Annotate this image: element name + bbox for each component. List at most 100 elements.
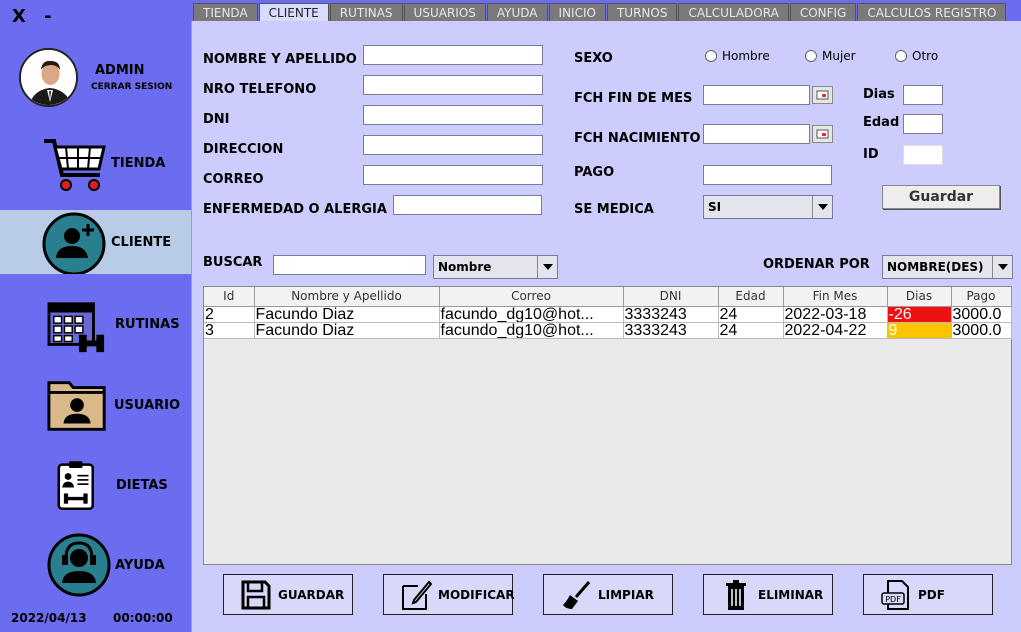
fch-nac-input[interactable] bbox=[703, 124, 810, 144]
enfermedad-input[interactable] bbox=[393, 195, 542, 215]
correo-label: CORREO bbox=[203, 172, 264, 187]
window-controls: X - bbox=[12, 6, 64, 27]
sidebar-item-ayuda[interactable]: AYUDA bbox=[0, 533, 191, 597]
support-headset-icon bbox=[47, 533, 111, 597]
search-filter-select[interactable]: Nombre bbox=[433, 255, 558, 279]
se-medica-label: SE MEDICA bbox=[574, 202, 654, 217]
id-input[interactable] bbox=[903, 145, 943, 165]
tab-config[interactable]: CONFIG bbox=[789, 3, 857, 21]
table-row[interactable]: 2 Facundo Diaz facundo_dg10@hot... 33332… bbox=[204, 306, 1012, 323]
table-row[interactable]: 3 Facundo Diaz facundo_dg10@hot... 33332… bbox=[204, 322, 1012, 339]
edit-pencil-icon bbox=[402, 580, 432, 610]
dias-input[interactable] bbox=[903, 85, 943, 105]
sidebar-item-label: TIENDA bbox=[111, 156, 166, 171]
col-header-edad[interactable]: Edad bbox=[718, 287, 784, 307]
col-header-dias[interactable]: Dias bbox=[887, 287, 952, 307]
direccion-label: DIRECCION bbox=[203, 142, 284, 157]
radio-hombre-label: Hombre bbox=[722, 49, 770, 63]
correo-input[interactable] bbox=[363, 165, 543, 185]
tab-inicio[interactable]: INICIO bbox=[548, 3, 606, 21]
trash-icon bbox=[726, 580, 746, 610]
sidebar-item-rutinas[interactable]: RUTINAS bbox=[0, 294, 191, 358]
calendar-icon[interactable] bbox=[812, 125, 833, 143]
tab-turnos[interactable]: TURNOS bbox=[606, 3, 678, 21]
id-label: ID bbox=[863, 147, 879, 162]
col-header-id[interactable]: Id bbox=[204, 287, 255, 307]
chevron-down-icon bbox=[812, 196, 832, 218]
sexo-label: SEXO bbox=[574, 51, 613, 66]
direccion-input[interactable] bbox=[363, 135, 543, 155]
pago-input[interactable] bbox=[703, 165, 832, 185]
se-medica-select[interactable]: SI bbox=[703, 195, 833, 219]
cell-correo: facundo_dg10@hot... bbox=[439, 306, 624, 323]
order-select[interactable]: NOMBRE(DES) bbox=[882, 255, 1013, 279]
enfermedad-label: ENFERMEDAD O ALERGIA bbox=[203, 202, 387, 217]
sidebar-item-label: AYUDA bbox=[115, 558, 165, 573]
dni-input[interactable] bbox=[363, 105, 543, 125]
limpiar-button[interactable]: LIMPIAR bbox=[543, 574, 673, 615]
tab-usuarios[interactable]: USUARIOS bbox=[403, 3, 486, 21]
col-header-nombre[interactable]: Nombre y Apellido bbox=[254, 287, 440, 307]
col-header-pago[interactable]: Pago bbox=[951, 287, 1012, 307]
pdf-button[interactable]: PDF PDF bbox=[863, 574, 993, 615]
edad-label: Edad bbox=[863, 115, 900, 130]
cell-edad: 24 bbox=[718, 306, 784, 323]
sidebar-item-usuario[interactable]: USUARIO bbox=[0, 374, 191, 438]
calendar-icon[interactable] bbox=[812, 86, 833, 104]
nombre-label: NOMBRE Y APELLIDO bbox=[203, 52, 357, 67]
tab-calculadora[interactable]: CALCULADORA bbox=[678, 3, 789, 21]
cell-dni: 3333243 bbox=[623, 306, 719, 323]
col-header-fin-mes[interactable]: Fin Mes bbox=[783, 287, 888, 307]
user-folder-icon bbox=[47, 381, 106, 431]
telefono-input[interactable] bbox=[363, 75, 543, 95]
tab-ayuda[interactable]: AYUDA bbox=[486, 3, 548, 21]
dias-label: Dias bbox=[863, 87, 895, 102]
tab-tienda[interactable]: TIENDA bbox=[193, 3, 258, 21]
minimize-icon[interactable]: - bbox=[44, 6, 51, 27]
broom-icon bbox=[563, 581, 591, 609]
telefono-label: NRO TELEFONO bbox=[203, 82, 317, 97]
cell-dias: -26 bbox=[887, 306, 952, 323]
fch-fin-input[interactable] bbox=[703, 85, 810, 105]
sidebar-item-cliente[interactable]: CLIENTE bbox=[0, 210, 191, 274]
col-header-dni[interactable]: DNI bbox=[623, 287, 719, 307]
tab-cliente[interactable]: CLIENTE bbox=[258, 3, 329, 21]
tab-calculos-registro[interactable]: CALCULOS REGISTRO bbox=[857, 3, 1007, 21]
chevron-down-icon bbox=[992, 256, 1012, 278]
guardar-button[interactable]: GUARDAR bbox=[223, 574, 353, 615]
eliminar-button[interactable]: ELIMINAR bbox=[703, 574, 833, 615]
close-icon[interactable]: X bbox=[12, 6, 26, 27]
table-header-row: Id Nombre y Apellido Correo DNI Edad Fin… bbox=[204, 287, 1012, 307]
search-filter-value: Nombre bbox=[438, 260, 492, 274]
edad-input[interactable] bbox=[903, 114, 943, 134]
col-header-correo[interactable]: Correo bbox=[439, 287, 624, 307]
current-time: 00:00:00 bbox=[113, 611, 173, 625]
sidebar-item-dietas[interactable]: DIETAS bbox=[0, 453, 191, 517]
sidebar-item-tienda[interactable]: TIENDA bbox=[0, 133, 191, 197]
order-value: NOMBRE(DES) bbox=[887, 260, 984, 274]
clients-table[interactable]: Id Nombre y Apellido Correo DNI Edad Fin… bbox=[203, 286, 1012, 565]
guardar-button-label: GUARDAR bbox=[278, 588, 345, 602]
buscar-label: BUSCAR bbox=[203, 255, 263, 270]
radio-otro[interactable]: Otro bbox=[895, 49, 938, 63]
radio-mujer[interactable]: Mujer bbox=[805, 49, 856, 63]
tab-rutinas[interactable]: RUTINAS bbox=[329, 3, 403, 21]
logout-link[interactable]: CERRAR SESION bbox=[91, 82, 172, 92]
avatar bbox=[19, 48, 78, 107]
cell-fin-mes: 2022-04-22 bbox=[783, 322, 888, 339]
se-medica-value: SI bbox=[708, 200, 722, 214]
modificar-button[interactable]: MODIFICAR bbox=[383, 574, 515, 615]
sidebar-item-label: RUTINAS bbox=[115, 317, 180, 332]
fch-nac-label: FCH NACIMIENTO bbox=[574, 131, 701, 146]
nombre-input[interactable] bbox=[363, 45, 543, 65]
cell-id: 3 bbox=[204, 322, 255, 339]
radio-hombre[interactable]: Hombre bbox=[705, 49, 770, 63]
cell-pago: 3000.0 bbox=[951, 322, 1012, 339]
add-user-icon bbox=[42, 212, 106, 274]
search-input[interactable] bbox=[273, 255, 426, 275]
guardar-form-button[interactable]: Guardar bbox=[882, 185, 1000, 209]
cell-dias: 9 bbox=[887, 322, 952, 339]
modificar-button-label: MODIFICAR bbox=[438, 588, 515, 602]
cell-pago: 3000.0 bbox=[951, 306, 1012, 323]
cell-nombre: Facundo Diaz bbox=[254, 322, 440, 339]
